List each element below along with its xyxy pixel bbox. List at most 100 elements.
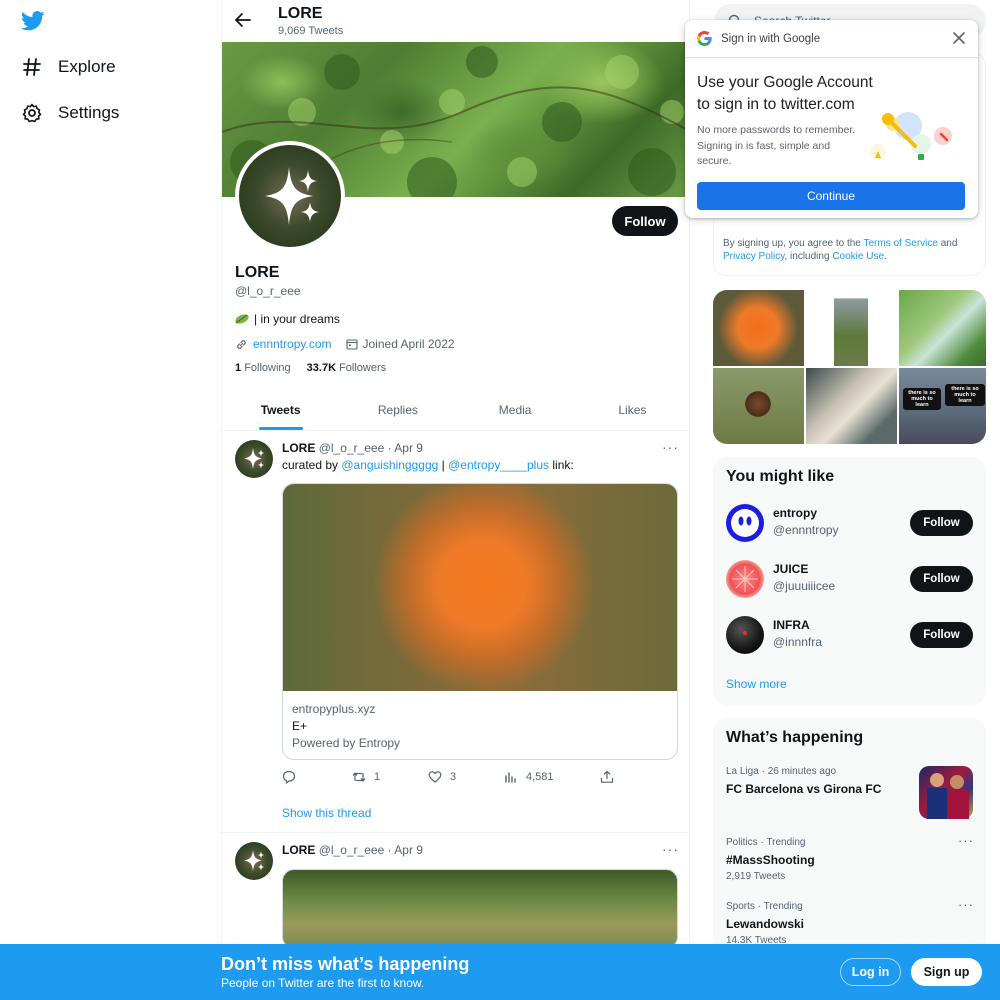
login-prompt-bar: Don’t miss what’s happening People on Tw… — [0, 944, 1000, 1000]
link-card-domain: entropyplus.xyz — [292, 702, 376, 716]
profile-name: LORE — [235, 264, 280, 281]
media-thumbnail[interactable] — [713, 290, 804, 366]
media-thumbnail[interactable] — [806, 368, 897, 444]
link-card-description: Powered by Entropy — [292, 736, 401, 750]
tweet-author-handle[interactable]: @l_o_r_eee — [319, 843, 385, 857]
media-thumbnail[interactable] — [713, 368, 804, 444]
sparkle-icon — [244, 448, 265, 469]
tab-tweets[interactable]: Tweets — [222, 393, 339, 430]
tab-likes[interactable]: Likes — [574, 393, 689, 430]
trend-meta: Sports · Trending — [726, 901, 803, 912]
tweet-author-name[interactable]: LORE — [282, 441, 315, 455]
google-signin-header-text: Sign in with Google — [721, 32, 821, 45]
trend-name: Lewandowski — [726, 917, 805, 931]
tweet-header: LORE @l_o_r_eee · Apr 9 — [282, 441, 423, 455]
nav-settings-label: Settings — [58, 103, 120, 122]
suggestion-follow-button[interactable]: Follow — [910, 510, 973, 536]
profile-bio: | in your dreams — [235, 312, 340, 326]
tweet-media-image[interactable] — [282, 869, 678, 949]
privacy-policy-link[interactable]: Privacy Policy — [723, 251, 785, 262]
tweet-more-icon[interactable]: ··· — [662, 841, 679, 857]
tweet-text-suffix: link: — [549, 458, 574, 472]
profile-tabs: Tweets Replies Media Likes — [222, 393, 689, 431]
tweet-avatar[interactable] — [235, 842, 273, 880]
heart-icon — [428, 771, 442, 783]
nav-explore-label: Explore — [58, 57, 116, 76]
nav-settings[interactable]: Settings — [22, 103, 119, 123]
sparkle-icon — [265, 167, 319, 225]
link-card[interactable]: entropyplus.xyz E+ Powered by Entropy — [282, 483, 678, 760]
log-in-button[interactable]: Log in — [840, 958, 901, 986]
close-icon[interactable] — [952, 31, 966, 45]
tweet-author-handle[interactable]: @l_o_r_eee — [319, 441, 385, 455]
google-continue-button[interactable]: Continue — [697, 182, 965, 210]
twitter-bird-icon[interactable] — [21, 10, 45, 32]
tweet-more-icon[interactable]: ··· — [662, 439, 679, 455]
reply-button[interactable] — [282, 770, 304, 784]
suggestion-handle: @juuuiiicee — [773, 579, 836, 593]
media-thumbnail[interactable] — [806, 290, 897, 366]
trend-name: #MassShooting — [726, 853, 815, 867]
terms-of-service-link[interactable]: Terms of Service — [863, 238, 937, 249]
trend-image[interactable] — [919, 766, 973, 819]
profile-stats: 1 Following 33.7K Followers — [235, 362, 386, 374]
tab-media[interactable]: Media — [457, 393, 574, 430]
media-thumbnail[interactable] — [899, 290, 986, 366]
profile-website-link[interactable]: ennntropy.com — [253, 337, 332, 351]
trend-more-icon[interactable]: ··· — [958, 833, 974, 848]
suggestion-name: entropy — [773, 506, 818, 520]
profile-joined-text: Joined April 2022 — [362, 337, 455, 351]
calendar-icon — [345, 339, 358, 350]
signup-terms: By signing up, you agree to the Terms of… — [723, 237, 981, 263]
followers-stat[interactable]: 33.7K Followers — [307, 362, 387, 374]
back-arrow-icon[interactable] — [234, 11, 252, 29]
tweet-date[interactable]: · Apr 9 — [388, 843, 423, 857]
views-button[interactable]: 4,581 — [504, 770, 554, 784]
suggestion-name: JUICE — [773, 562, 809, 576]
retweet-count: 1 — [374, 771, 381, 783]
terms-text: and — [937, 238, 958, 249]
sign-up-button[interactable]: Sign up — [911, 958, 982, 986]
like-button[interactable]: 3 — [428, 770, 456, 784]
profile-avatar[interactable] — [235, 141, 345, 251]
trend-item[interactable]: Politics · Trending #MassShooting 2,919 … — [726, 833, 976, 882]
you-might-like-title: You might like — [726, 468, 835, 485]
reply-icon — [282, 770, 296, 784]
following-stat[interactable]: 1 Following — [235, 362, 291, 374]
hashtag-icon — [23, 58, 41, 76]
google-g-icon — [697, 31, 712, 46]
terms-text: . — [884, 251, 887, 262]
tweet-mention[interactable]: @anguishinggggg — [341, 458, 438, 472]
follow-button[interactable]: Follow — [612, 206, 678, 236]
like-count: 3 — [450, 771, 457, 783]
suggestion-avatar — [726, 560, 764, 598]
nav-explore[interactable]: Explore — [22, 57, 116, 77]
show-thread-link[interactable]: Show this thread — [282, 806, 371, 820]
tweet-avatar[interactable] — [235, 440, 273, 478]
show-more-link[interactable]: Show more — [726, 677, 787, 691]
profile-website[interactable]: ennntropy.com — [235, 337, 332, 351]
media-caption: there is so much to learn — [945, 384, 985, 406]
cookie-use-link[interactable]: Cookie Use — [832, 251, 884, 262]
you-might-like-panel: You might like entropy @ennntropy Follow… — [713, 457, 986, 705]
google-signin-popup: Sign in with Google Use your Google Acco… — [685, 20, 978, 218]
media-thumbnail[interactable]: there is so much to learn there is so mu… — [899, 368, 986, 444]
trend-item[interactable]: Sports · Trending Lewandowski 14.3K Twee… — [726, 897, 976, 946]
suggestion-item[interactable]: JUICE @juuuiiicee Follow — [726, 560, 976, 600]
tweet-author-name[interactable]: LORE — [282, 843, 315, 857]
suggestion-follow-button[interactable]: Follow — [910, 622, 973, 648]
suggestion-follow-button[interactable]: Follow — [910, 566, 973, 592]
main-timeline: LORE 9,069 Tweets Follow LORE @l_o_r_eee — [221, 0, 690, 1000]
suggestion-item[interactable]: INFRA @innnfra Follow — [726, 616, 976, 656]
trend-count: 2,919 Tweets — [726, 871, 786, 882]
retweet-button[interactable]: 1 — [352, 770, 380, 784]
entropy-logo-icon — [731, 509, 759, 537]
suggestion-item[interactable]: entropy @ennntropy Follow — [726, 504, 976, 544]
share-icon — [600, 770, 614, 783]
trend-more-icon[interactable]: ··· — [958, 897, 974, 912]
share-button[interactable] — [600, 770, 614, 784]
tweet-mention[interactable]: @entropy____plus — [448, 458, 549, 472]
tab-replies[interactable]: Replies — [339, 393, 456, 430]
gear-icon — [22, 103, 42, 123]
tweet-date[interactable]: · Apr 9 — [388, 441, 423, 455]
